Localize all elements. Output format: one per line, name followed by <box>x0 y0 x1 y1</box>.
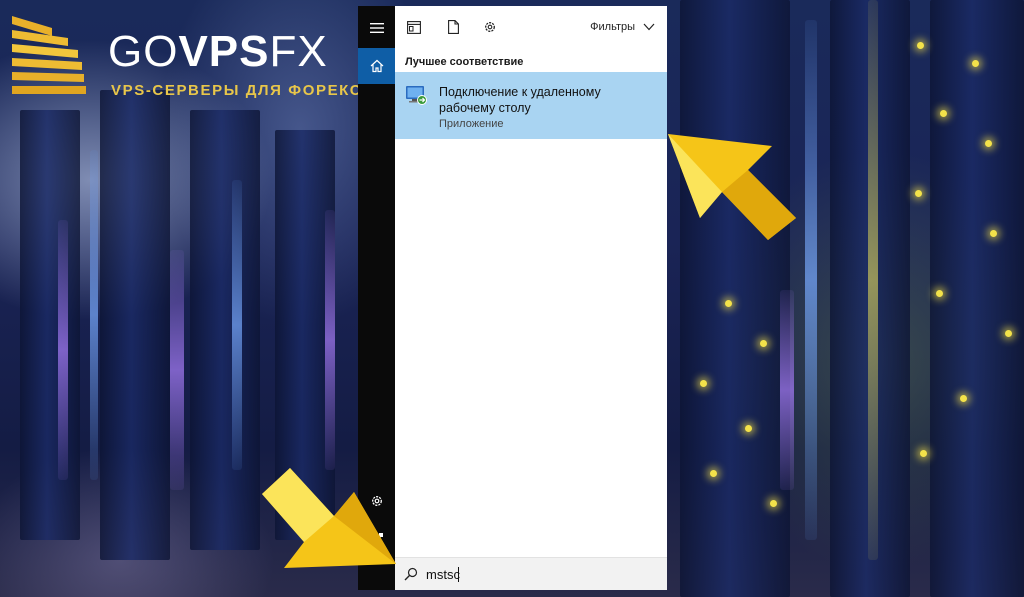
result-title: Подключение к удаленному рабочему столу <box>439 85 601 115</box>
server-led <box>985 140 992 147</box>
server-led <box>940 110 947 117</box>
search-input[interactable] <box>426 564 656 584</box>
server-led <box>960 395 967 402</box>
hamburger-menu-icon <box>369 23 384 33</box>
server-led <box>710 470 717 477</box>
apps-filter-button[interactable] <box>406 19 422 35</box>
arrow-pointing-result <box>668 134 796 240</box>
chevron-down-icon <box>643 23 655 31</box>
text-cursor <box>458 567 459 582</box>
govpsfx-logo: GOVPSFX VPS-СЕРВЕРЫ ДЛЯ ФОРЕКС <box>8 8 361 108</box>
light-strip <box>805 20 817 540</box>
remote-desktop-icon <box>406 86 427 105</box>
light-strip <box>780 290 794 490</box>
server-led <box>700 380 707 387</box>
arrow-pointing-search <box>262 468 396 568</box>
settings-filter-button[interactable] <box>482 19 498 35</box>
server-led <box>920 450 927 457</box>
filters-dropdown[interactable]: Фильтры <box>590 18 655 36</box>
logo-fx: FX <box>269 27 328 76</box>
server-led <box>936 290 943 297</box>
search-icon <box>404 567 418 581</box>
light-strip <box>90 150 98 480</box>
server-led <box>770 500 777 507</box>
apps-icon <box>407 20 421 34</box>
server-led <box>972 60 979 67</box>
home-icon <box>370 59 383 73</box>
light-strip <box>325 210 335 470</box>
logo-wordmark: GOVPSFX <box>108 30 328 74</box>
search-results-panel: Фильтры Лучшее соответствие Подключение … <box>395 6 667 590</box>
server-led <box>915 190 922 197</box>
document-icon <box>447 20 459 34</box>
server-rack <box>190 110 260 550</box>
server-rack <box>930 0 1024 597</box>
logo-vps: VPS <box>178 27 270 76</box>
server-rack <box>680 0 790 597</box>
settings-icon <box>485 22 495 32</box>
server-rack <box>100 90 170 560</box>
light-strip <box>232 180 242 470</box>
best-match-result[interactable]: Подключение к удаленному рабочему столу … <box>395 72 667 139</box>
server-led <box>760 340 767 347</box>
search-box[interactable] <box>395 557 667 590</box>
logo-go: GO <box>108 27 179 76</box>
search-toolbar: Фильтры <box>395 6 667 48</box>
server-led <box>990 230 997 237</box>
filters-label: Фильтры <box>590 21 635 33</box>
result-type: Приложение <box>439 118 504 130</box>
server-rack <box>20 110 80 540</box>
server-led <box>725 300 732 307</box>
light-strip <box>58 220 68 480</box>
light-strip <box>868 0 878 560</box>
server-led <box>745 425 752 432</box>
hamburger-menu-button[interactable] <box>358 10 395 46</box>
home-button[interactable] <box>358 48 395 84</box>
server-led <box>1005 330 1012 337</box>
server-led <box>917 42 924 49</box>
logo-building-icon <box>12 16 86 94</box>
light-strip <box>170 250 184 490</box>
documents-filter-button[interactable] <box>445 19 461 35</box>
logo-tagline: VPS-СЕРВЕРЫ ДЛЯ ФОРЕКС <box>111 82 363 99</box>
best-match-heading: Лучшее соответствие <box>405 56 524 68</box>
